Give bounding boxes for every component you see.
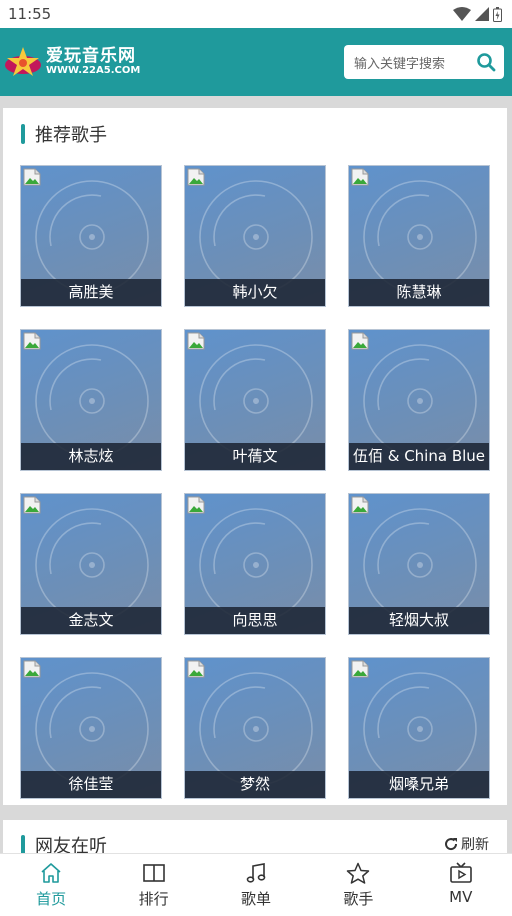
artist-name: 烟嗓兄弟 [349, 771, 489, 798]
artist-name: 向思思 [185, 607, 325, 634]
broken-image-icon [23, 496, 41, 514]
artist-card[interactable]: 伍佰 & China Blue [348, 329, 490, 471]
search-box[interactable]: 输入关键字搜索 [344, 45, 504, 79]
book-icon [142, 864, 165, 882]
artist-name: 陈慧琳 [349, 279, 489, 306]
section-title: 推荐歌手 [35, 125, 107, 146]
search-icon[interactable] [476, 52, 496, 72]
nav-item-mv[interactable]: MV [421, 862, 501, 906]
artist-card[interactable]: 林志炫 [20, 329, 162, 471]
artist-card[interactable]: 轻烟大叔 [348, 493, 490, 635]
nav-item-ranking[interactable]: 排行 [114, 862, 194, 909]
artist-name: 韩小欠 [185, 279, 325, 306]
section-header: 推荐歌手 [21, 122, 107, 146]
artist-card[interactable]: 叶蒨文 [184, 329, 326, 471]
broken-image-icon [187, 496, 205, 514]
status-time: 11:55 [8, 5, 52, 23]
home-icon [41, 863, 61, 883]
bottom-nav: 首页 排行 歌单 歌手 MV [0, 853, 512, 916]
broken-image-icon [23, 332, 41, 350]
status-icons [453, 6, 502, 22]
artist-name: 金志文 [21, 607, 161, 634]
artist-card[interactable]: 金志文 [20, 493, 162, 635]
site-logo[interactable]: 爱玩音乐网 WWW.22A5.COM [4, 45, 140, 79]
artist-card[interactable]: 徐佳莹 [20, 657, 162, 799]
artist-name: 轻烟大叔 [349, 607, 489, 634]
nav-item-artists[interactable]: 歌手 [318, 862, 398, 909]
broken-image-icon [187, 332, 205, 350]
artist-name: 徐佳莹 [21, 771, 161, 798]
music-note-icon [246, 863, 266, 883]
refresh-label: 刷新 [461, 837, 489, 853]
artist-name: 叶蒨文 [185, 443, 325, 470]
signal-icon [475, 7, 489, 21]
battery-icon [493, 6, 502, 22]
section-accent-bar [21, 124, 25, 144]
logo-text-cn: 爱玩音乐网 [46, 46, 136, 66]
wifi-icon [453, 7, 471, 21]
artist-name: 高胜美 [21, 279, 161, 306]
section-title: 网友在听 [35, 836, 107, 853]
artist-card[interactable]: 韩小欠 [184, 165, 326, 307]
nav-label: 首页 [36, 890, 67, 908]
nav-item-playlists[interactable]: 歌单 [216, 862, 296, 909]
main-content[interactable]: 推荐歌手 高胜美 韩小欠 陈慧琳林志炫 叶蒨文 伍佰 & China Blue 金志文 向思… [0, 96, 512, 853]
logo-text-en: WWW.22A5.COM [46, 65, 141, 76]
tv-icon [449, 862, 472, 883]
artist-card[interactable]: 陈慧琳 [348, 165, 490, 307]
nav-label: 排行 [138, 890, 169, 908]
refresh-icon [445, 838, 458, 851]
broken-image-icon [187, 660, 205, 678]
broken-image-icon [187, 168, 205, 186]
broken-image-icon [351, 496, 369, 514]
nav-item-home[interactable]: 首页 [11, 862, 91, 909]
nav-label: 歌手 [343, 890, 374, 908]
broken-image-icon [351, 660, 369, 678]
status-bar: 11:55 [0, 0, 512, 28]
broken-image-icon [23, 168, 41, 186]
broken-image-icon [23, 660, 41, 678]
listening-section: 网友在听 刷新 [3, 820, 507, 853]
refresh-button[interactable]: 刷新 [444, 834, 489, 853]
artist-card[interactable]: 向思思 [184, 493, 326, 635]
broken-image-icon [351, 168, 369, 186]
artist-card[interactable]: 梦然 [184, 657, 326, 799]
broken-image-icon [351, 332, 369, 350]
section-accent-bar [21, 835, 25, 853]
search-input[interactable]: 输入关键字搜索 [354, 53, 445, 72]
nav-label: 歌单 [240, 890, 271, 908]
artist-card[interactable]: 高胜美 [20, 165, 162, 307]
star-icon [347, 862, 370, 884]
star-logo-icon [5, 47, 41, 76]
artist-card[interactable]: 烟嗓兄弟 [348, 657, 490, 799]
artist-name: 伍佰 & China Blue [349, 443, 489, 470]
artist-name: 林志炫 [21, 443, 161, 470]
recommended-artists-section: 推荐歌手 高胜美 韩小欠 陈慧琳林志炫 叶蒨文 伍佰 & China Blue 金志文 向思… [3, 108, 507, 805]
section-header: 网友在听 [21, 832, 107, 853]
nav-label: MV [449, 888, 473, 906]
app-header: 爱玩音乐网 WWW.22A5.COM 输入关键字搜索 [0, 28, 512, 96]
artist-name: 梦然 [185, 771, 325, 798]
